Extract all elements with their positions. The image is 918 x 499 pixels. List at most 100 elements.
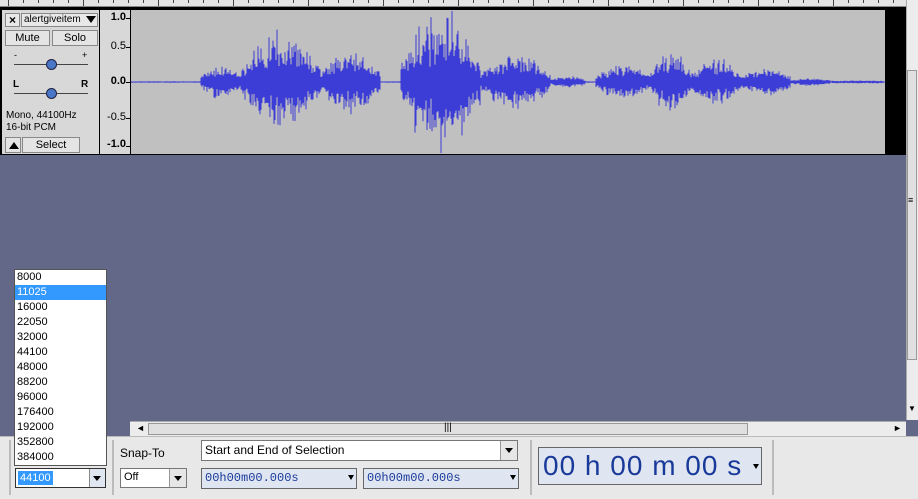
ruler-tick [683,0,684,6]
ruler-tick [443,0,444,3]
ruler-tick [758,0,759,6]
sample-rate-option[interactable]: 32000 [15,330,106,345]
snap-to-label: Snap-To [120,446,165,460]
ruler-tick [68,0,69,3]
project-rate-select[interactable]: 44100 [15,468,106,488]
selection-mode-value: Start and End of Selection [205,443,345,457]
collapse-track-icon[interactable] [5,137,21,153]
pan-left-label: L [13,79,20,90]
selection-end-time[interactable]: 00h00m00.000s [363,468,519,489]
sample-rate-option[interactable]: 96000 [15,390,106,405]
ruler-tick [803,0,804,3]
ruler-tick [128,0,129,3]
start-time-value: 00h00m00.000s [205,471,299,485]
gain-slider[interactable] [46,59,57,70]
ruler-tick [308,0,309,6]
sample-rate-option[interactable]: 16000 [15,300,106,315]
audio-position-value: 00 h 00 m 00 s [543,450,743,481]
ruler-tick [623,0,624,3]
ruler-tick [158,0,159,6]
ruler-tick [893,0,894,3]
chevron-down-icon [169,469,186,487]
chevron-down-icon[interactable] [348,475,354,480]
sample-rate-option[interactable]: 22050 [15,315,106,330]
ruler-tick [383,0,384,6]
ruler-tick [713,0,714,3]
ruler-tick [518,0,519,3]
ruler-tick [413,0,414,3]
chevron-down-icon[interactable] [753,464,759,469]
amplitude-label: 0.5 [110,40,126,52]
ruler-tick [98,0,99,3]
scroll-right-icon[interactable]: ► [893,423,902,433]
track-format-bits: 16-bit PCM [6,122,57,133]
selection-start-time[interactable]: 00h00m00.000s [201,468,357,489]
amplitude-ruler[interactable]: 1.0 0.5 0.0 -0.5 -1.0 [100,10,130,154]
vertical-scrollbar-thumb[interactable] [907,70,917,360]
sample-rate-option[interactable]: 44100 [15,345,106,360]
scroll-grip-icon: ≡ [908,195,914,205]
sample-rate-option[interactable]: 11025 [15,285,106,300]
sample-rate-option[interactable]: 48000 [15,360,106,375]
chevron-down-icon [86,16,96,23]
ruler-tick [353,0,354,3]
scroll-grip-icon: ||| [444,422,452,433]
ruler-tick [878,0,879,3]
chevron-down-icon[interactable] [510,475,516,480]
ruler-tick [833,0,834,6]
ruler-tick [533,0,534,6]
sample-rate-option[interactable]: 88200 [15,375,106,390]
ruler-tick [113,0,114,3]
track-name: alertgiveitem [24,14,81,25]
chevron-down-icon[interactable] [89,469,105,487]
ruler-tick [863,0,864,3]
sample-rate-option[interactable]: 384000 [15,450,106,465]
sample-rate-option[interactable]: 192000 [15,420,106,435]
timeline-ruler[interactable] [0,0,906,7]
ruler-tick [473,0,474,3]
close-track-icon[interactable]: × [5,13,20,27]
ruler-tick [188,0,189,3]
ruler-tick [38,0,39,3]
waveform-display[interactable] [131,10,885,154]
ruler-tick [338,0,339,3]
ruler-tick [323,0,324,3]
solo-button[interactable]: Solo [52,30,98,46]
ruler-tick [548,0,549,3]
snap-to-value: Off [124,471,139,483]
mute-button[interactable]: Mute [5,30,50,46]
ruler-tick [23,0,24,3]
amplitude-label: -0.5 [107,111,126,123]
ruler-tick [818,0,819,3]
ruler-tick [788,0,789,3]
ruler-tick [773,0,774,3]
waveform [131,11,885,153]
sample-rate-option[interactable]: 176400 [15,405,106,420]
ruler-tick [728,0,729,3]
end-time-value: 00h00m00.000s [367,471,461,485]
pan-right-label: R [81,79,89,90]
snap-to-select[interactable]: Off [120,468,187,488]
track-format-rate: Mono, 44100Hz [6,110,77,121]
chevron-down-icon [500,441,517,460]
scroll-down-icon[interactable]: ▼ [908,404,916,413]
sample-rate-dropdown-list[interactable]: 8000 11025 16000 22050 32000 44100 48000 88200 9… [14,269,107,466]
waveform-path [131,11,885,153]
select-track-button[interactable]: Select [22,137,80,153]
ruler-tick [293,0,294,3]
audio-position-display[interactable]: 00 h 00 m 00 s [538,447,762,485]
ruler-tick [458,0,459,6]
ruler-tick [743,0,744,3]
track-name-menu[interactable]: alertgiveitem [21,13,98,27]
ruler-tick [593,0,594,3]
pan-slider[interactable] [46,88,57,99]
project-rate-value: 44100 [18,471,53,485]
ruler-tick [653,0,654,3]
sample-rate-option[interactable]: 8000 [15,270,106,285]
amplitude-label: 1.0 [110,11,126,23]
scroll-left-icon[interactable]: ◄ [136,423,145,433]
ruler-tick [263,0,264,3]
sample-rate-option[interactable]: 352800 [15,435,106,450]
selection-mode-select[interactable]: Start and End of Selection [201,440,518,461]
ruler-tick [398,0,399,3]
